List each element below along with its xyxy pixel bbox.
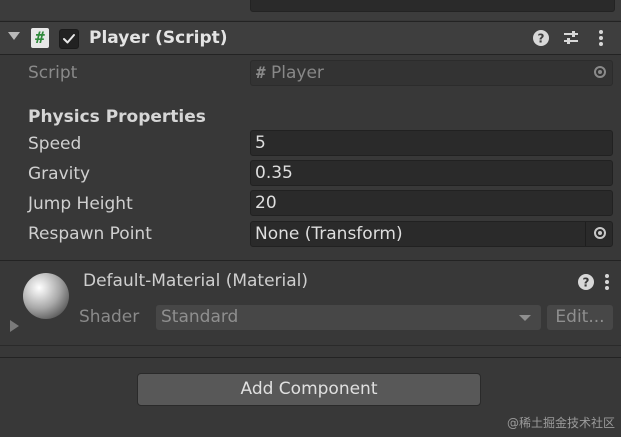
- more-options-icon[interactable]: [598, 273, 616, 291]
- inspector-panel: # Player (Script) ? Script # Player Phys…: [0, 0, 621, 437]
- script-label: Script: [28, 63, 78, 83]
- foldout-arrow-icon[interactable]: [8, 32, 20, 40]
- speed-value: 5: [255, 133, 266, 153]
- respawn-point-field[interactable]: None (Transform): [250, 221, 613, 247]
- divider: [0, 260, 621, 261]
- checkmark-icon: [63, 34, 75, 44]
- shader-dropdown[interactable]: Standard: [156, 305, 541, 330]
- gravity-label: Gravity: [28, 164, 91, 184]
- divider: [0, 54, 621, 55]
- jump-height-value: 20: [255, 193, 277, 213]
- respawn-point-value: None (Transform): [255, 224, 403, 244]
- picker-divider: [585, 222, 586, 246]
- component-title: Player (Script): [89, 28, 228, 48]
- script-field[interactable]: # Player: [250, 60, 613, 86]
- svg-text:?: ?: [538, 32, 545, 46]
- add-component-button[interactable]: Add Component: [137, 373, 481, 406]
- help-icon[interactable]: ?: [577, 273, 595, 291]
- divider: [0, 345, 621, 346]
- object-picker-icon[interactable]: [594, 227, 606, 239]
- dropdown-arrow-icon: [519, 315, 531, 321]
- clipped-previous-field[interactable]: [250, 0, 615, 12]
- presets-icon[interactable]: [562, 29, 580, 47]
- script-hash-icon: #: [256, 63, 266, 82]
- gravity-field[interactable]: 0.35: [250, 160, 613, 186]
- physics-properties-header: Physics Properties: [28, 107, 206, 127]
- script-field-value: Player: [271, 63, 324, 83]
- material-foldout-arrow-icon[interactable]: [10, 320, 19, 332]
- material-title: Default-Material (Material): [83, 271, 309, 291]
- component-header-player[interactable]: # Player (Script) ?: [0, 22, 621, 54]
- shader-dropdown-value: Standard: [161, 307, 239, 327]
- edit-shader-button[interactable]: Edit...: [547, 305, 613, 330]
- material-preview-sphere: [23, 273, 69, 319]
- gravity-value: 0.35: [255, 163, 293, 183]
- csharp-script-icon: #: [31, 28, 49, 48]
- material-section: Default-Material (Material) ? Shader Sta…: [0, 263, 621, 345]
- jump-height-label: Jump Height: [28, 194, 133, 214]
- object-picker-icon[interactable]: [594, 66, 606, 78]
- speed-label: Speed: [28, 134, 82, 154]
- more-options-icon[interactable]: [592, 29, 610, 47]
- help-icon[interactable]: ?: [532, 29, 550, 47]
- component-enabled-checkbox[interactable]: [59, 29, 79, 49]
- shader-label: Shader: [79, 307, 140, 327]
- speed-field[interactable]: 5: [250, 130, 613, 156]
- watermark: @稀土掘金技术社区: [506, 416, 615, 430]
- jump-height-field[interactable]: 20: [250, 190, 613, 216]
- svg-text:?: ?: [583, 276, 590, 290]
- clipped-previous-row: [0, 0, 621, 20]
- respawn-point-label: Respawn Point: [28, 224, 152, 244]
- divider: [0, 357, 621, 358]
